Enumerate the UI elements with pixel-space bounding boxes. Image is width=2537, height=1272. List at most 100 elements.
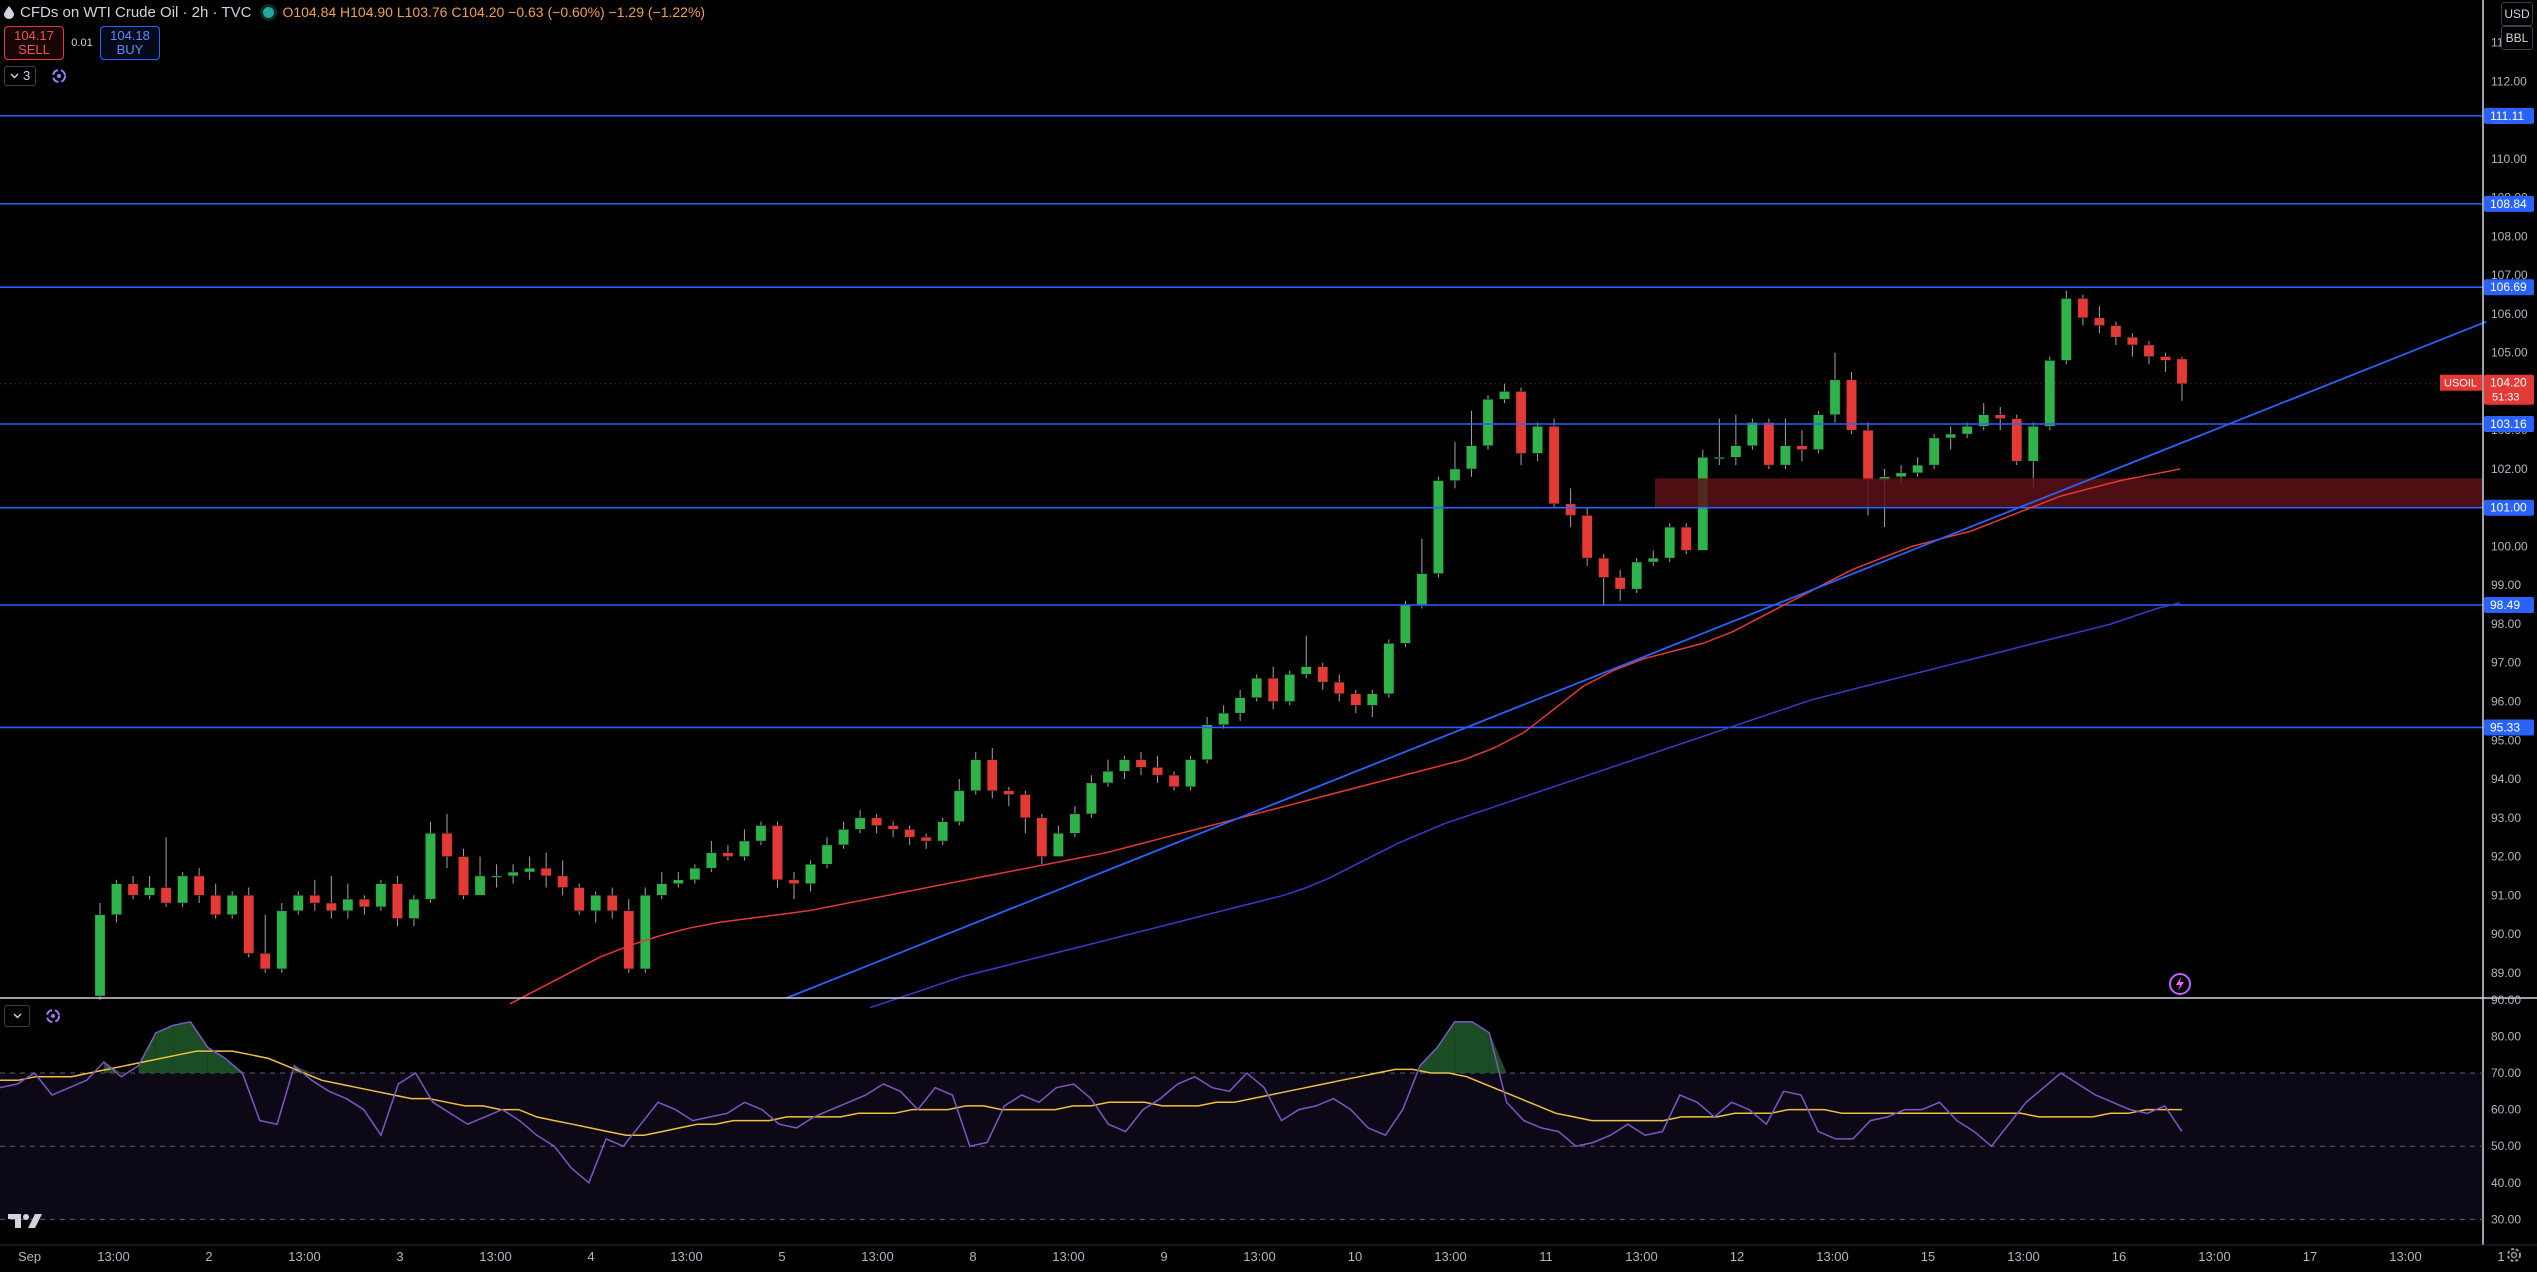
candle-body — [1383, 643, 1395, 695]
market-status-icon[interactable] — [263, 6, 275, 18]
candle-body — [2176, 358, 2188, 384]
candle-body — [1846, 379, 1857, 431]
candle-body — [2160, 356, 2171, 361]
demand-zone[interactable] — [1655, 478, 2483, 508]
time-axis-label: 13:00 — [1816, 1249, 1849, 1264]
unit-selector[interactable]: BBL — [2501, 26, 2533, 50]
oil-drop-icon — [4, 5, 14, 19]
time-axis-label: Sep — [18, 1249, 41, 1264]
candle-body — [2077, 298, 2089, 319]
candle-body — [672, 879, 684, 884]
buy-button[interactable]: 104.18 BUY — [100, 26, 160, 60]
candle-body — [1796, 445, 1808, 450]
candle-body — [1300, 666, 1312, 675]
candle-body — [953, 790, 965, 822]
sell-button[interactable]: 104.17 SELL — [4, 26, 64, 60]
buy-price: 104.18 — [110, 28, 150, 43]
rsi-axis-tick: 50.00 — [2491, 1139, 2521, 1153]
candle-body — [359, 898, 370, 908]
symbol-title[interactable]: CFDs on WTI Crude Oil · 2h · TVC — [20, 4, 251, 21]
candle-body — [1813, 414, 1824, 450]
candle-body — [706, 852, 717, 869]
candle-body — [342, 898, 354, 912]
swirl-icon[interactable] — [44, 1007, 62, 1025]
candle-body — [1713, 457, 1725, 460]
time-axis-label: 4 — [587, 1249, 594, 1264]
candle-body — [1647, 557, 1659, 563]
trendline[interactable] — [786, 320, 2487, 999]
candle-body — [1350, 693, 1362, 706]
rsi-controls — [4, 1005, 62, 1027]
candle-body — [2011, 418, 2023, 462]
candle-body — [2027, 426, 2039, 462]
candle-body — [1400, 604, 1411, 644]
indicator-controls: 3 — [4, 66, 68, 86]
swirl-icon[interactable] — [50, 67, 68, 85]
candle-body — [325, 902, 337, 912]
ohlc-readout: O104.84 H104.90 L103.76 C104.20 −0.63 (−… — [282, 4, 706, 20]
chevron-down-icon — [13, 1013, 21, 1019]
candle-body — [1102, 771, 1114, 784]
candle-body — [739, 840, 750, 857]
gear-icon[interactable] — [2505, 1246, 2523, 1264]
candle-body — [1135, 759, 1147, 768]
candle-body — [1862, 429, 1874, 481]
level-price-label: 106.69 — [2490, 280, 2527, 294]
rsi-overbought-fill — [155, 1025, 174, 1074]
rsi-axis-tick: 70.00 — [2491, 1066, 2521, 1080]
candle-body — [1680, 526, 1692, 551]
level-price-label: 101.00 — [2490, 501, 2527, 515]
time-axis-label: 3 — [396, 1249, 403, 1264]
price-axis-tick: 102.00 — [2491, 462, 2528, 476]
trade-panel: 104.17 SELL 0.01 104.18 BUY — [4, 26, 160, 60]
price-axis-tick: 91.00 — [2491, 888, 2521, 902]
candle-body — [1482, 398, 1494, 446]
candle-body — [1201, 724, 1213, 760]
time-axis-label: 13:00 — [861, 1249, 894, 1264]
currency-selector[interactable]: USD — [2501, 2, 2533, 26]
rsi-overbought-fill — [173, 1021, 191, 1074]
lightning-icon[interactable] — [2168, 972, 2192, 996]
candle-body — [441, 833, 453, 857]
candle-body — [210, 895, 222, 915]
candle-body — [904, 829, 916, 838]
time-axis-label: 17 — [2303, 1249, 2317, 1264]
time-axis-label: 11 — [1539, 1249, 1553, 1264]
candle-body — [1565, 503, 1576, 516]
indicators-toggle-button[interactable]: 3 — [4, 66, 37, 86]
indicator-count: 3 — [23, 68, 31, 83]
candle-body — [111, 883, 122, 915]
rsi-axis-tick: 80.00 — [2491, 1029, 2521, 1043]
candle-body — [292, 895, 304, 912]
candle-body — [722, 852, 734, 857]
rsi-collapse-button[interactable] — [4, 1005, 30, 1027]
candle-body — [920, 836, 932, 842]
candle-body — [94, 914, 106, 997]
candle-body — [375, 883, 387, 908]
time-axis-label: 12 — [1730, 1249, 1744, 1264]
sell-label: SELL — [18, 42, 50, 57]
price-axis-tick: 97.00 — [2491, 656, 2521, 670]
candle-body — [838, 829, 849, 846]
tradingview-logo-icon — [8, 1214, 42, 1228]
price-axis-tick: 96.00 — [2491, 695, 2521, 709]
price-axis-tick: 110.00 — [2491, 152, 2527, 166]
candle-body — [507, 871, 519, 877]
candle-body — [1945, 433, 1957, 439]
candle-body — [1433, 480, 1444, 574]
candle-body — [1333, 681, 1345, 695]
candle-body — [1928, 437, 1940, 466]
price-chart[interactable]: 89.0090.0091.0092.0093.0094.0095.0096.00… — [0, 0, 2537, 1272]
candle-body — [772, 825, 783, 881]
sell-price: 104.17 — [14, 28, 54, 43]
candle-body — [821, 844, 833, 865]
candle-body — [1053, 833, 1064, 857]
level-price-label: 98.49 — [2490, 598, 2520, 612]
candle-body — [524, 867, 535, 873]
spread-value: 0.01 — [71, 37, 93, 49]
level-price-label: 103.16 — [2490, 417, 2527, 431]
candle-body — [1598, 557, 1610, 578]
price-axis-tick: 94.00 — [2491, 772, 2521, 786]
candle-body — [1961, 426, 1973, 435]
time-axis-label: 13:00 — [2007, 1249, 2040, 1264]
